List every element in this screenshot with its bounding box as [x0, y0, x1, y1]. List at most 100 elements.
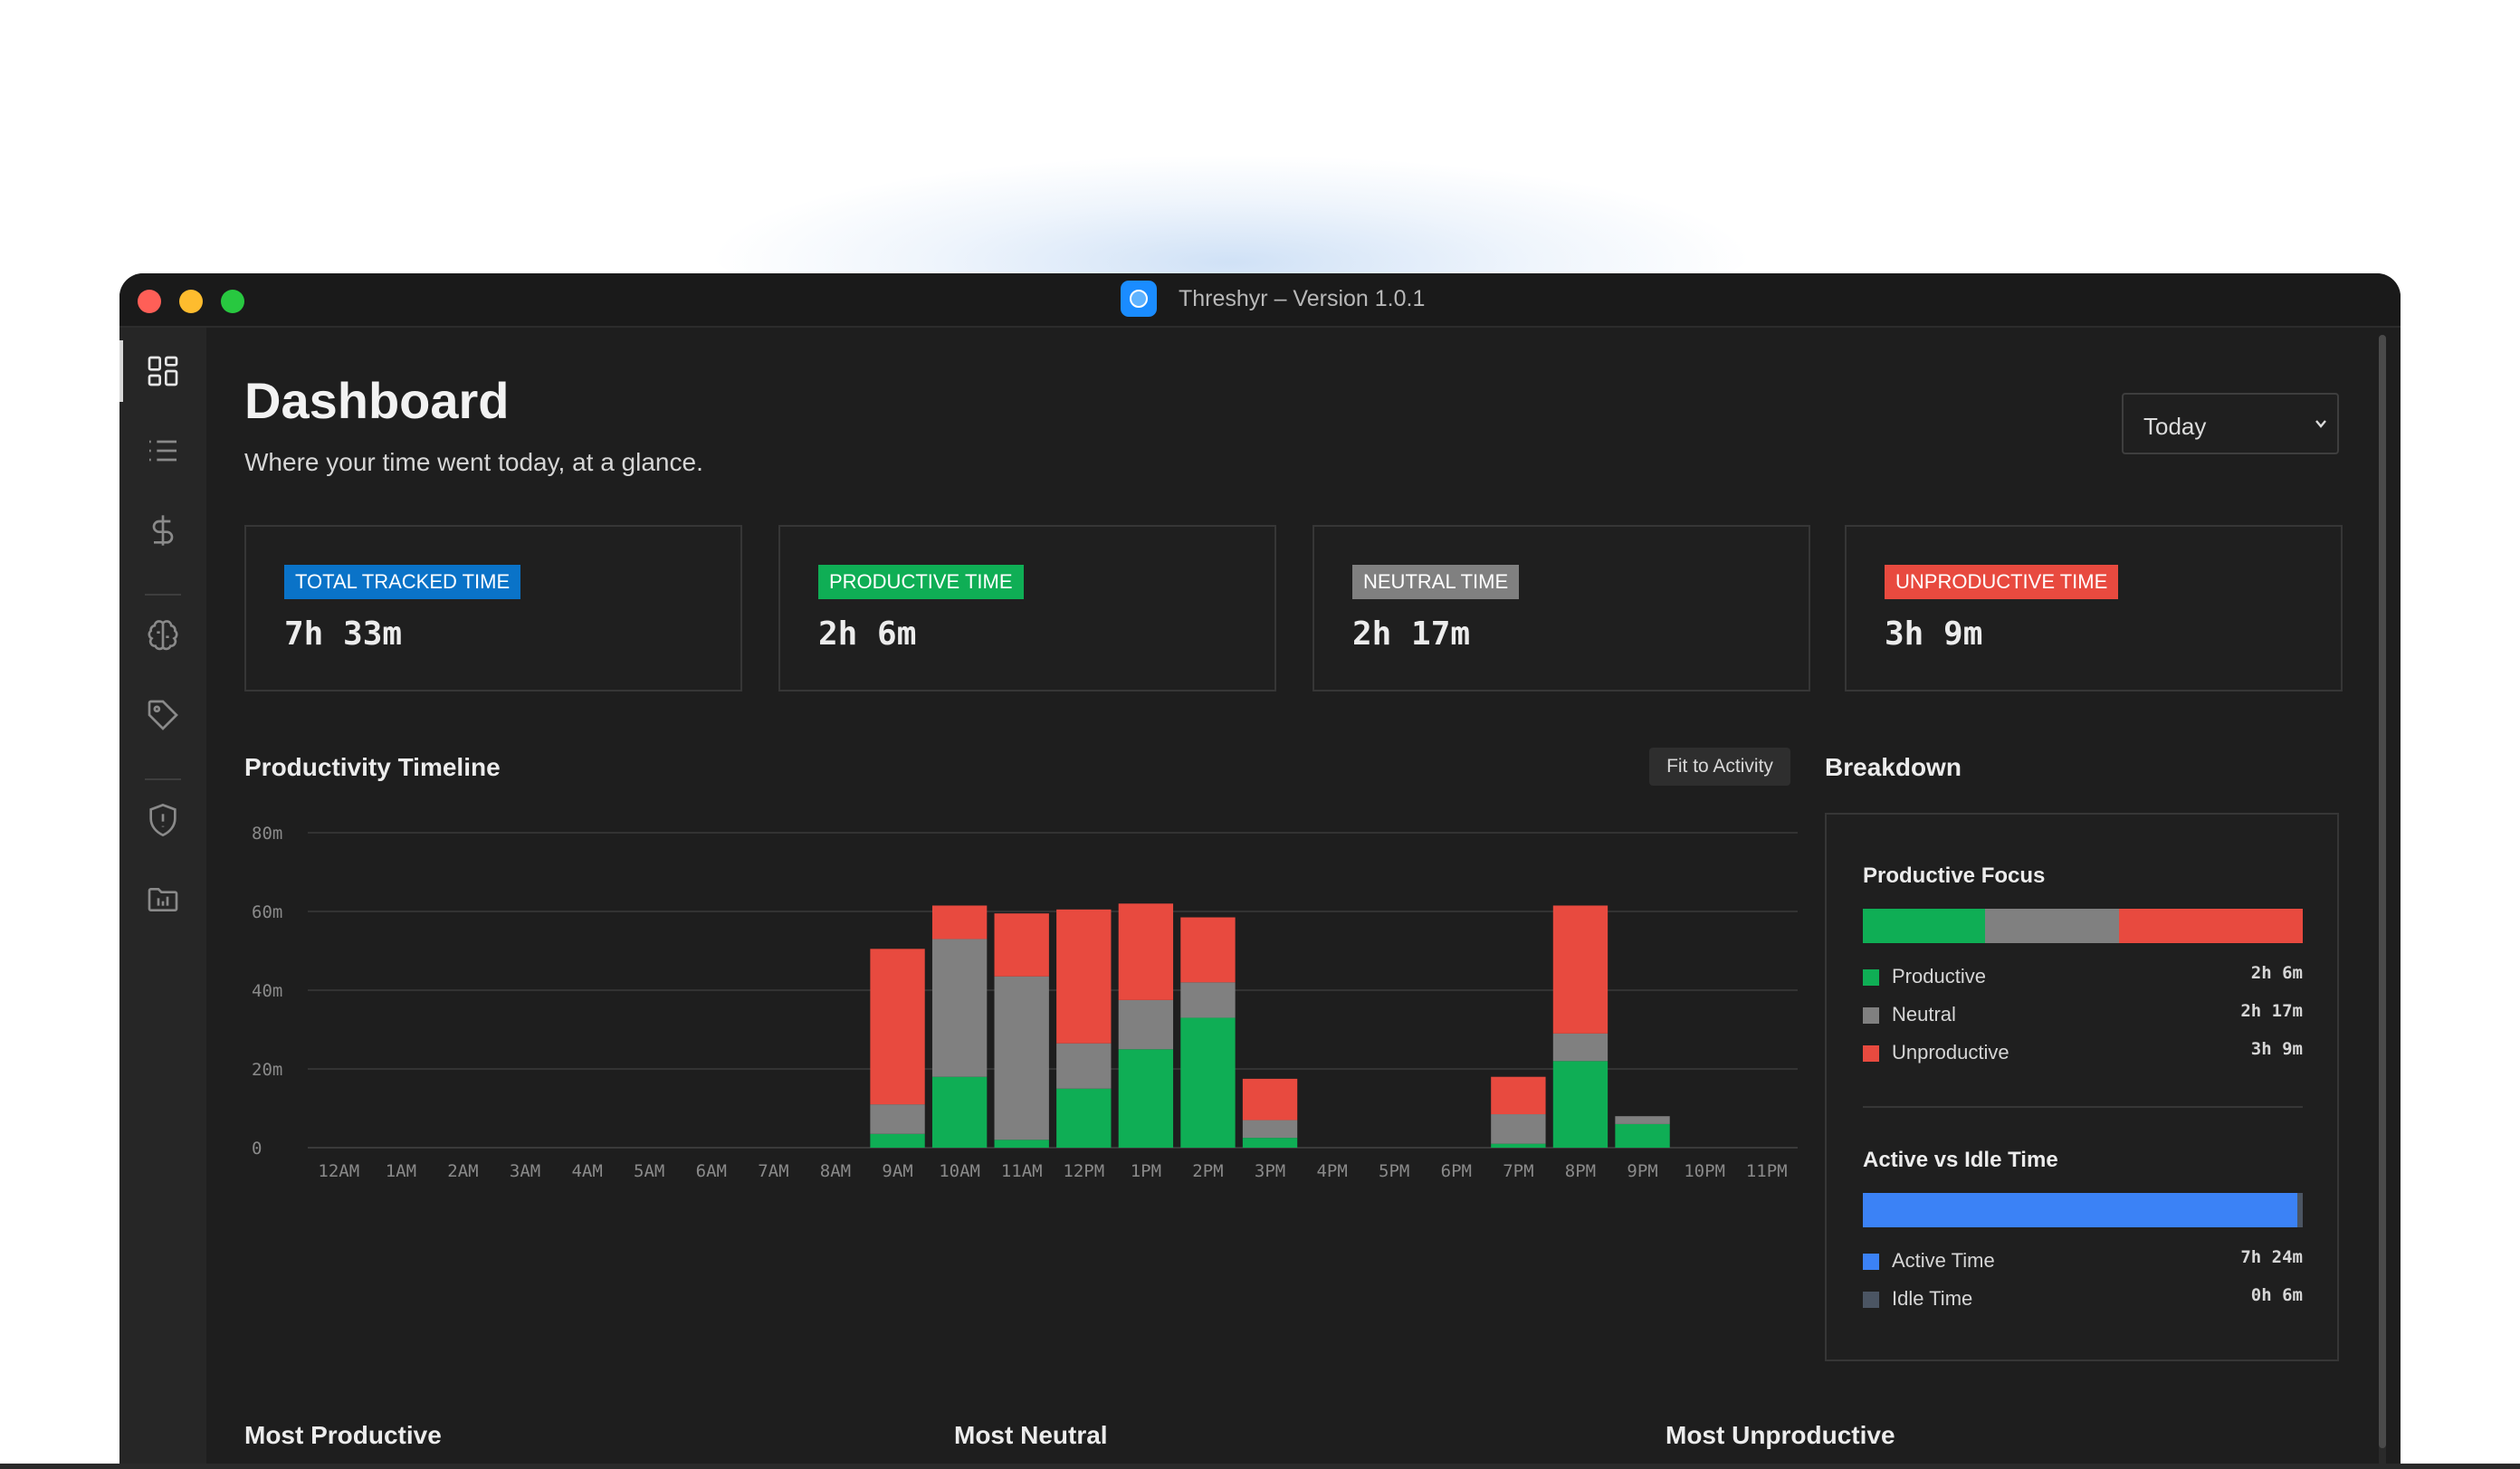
stat-badge: TOTAL TRACKED TIME — [284, 565, 521, 599]
bar-segment-unproductive — [1552, 905, 1608, 1034]
x-tick-label: 2PM — [1192, 1161, 1223, 1181]
active-swatch — [1863, 1254, 1879, 1270]
bar-segment-unproductive — [931, 905, 988, 940]
legend-label: Neutral — [1892, 1003, 1956, 1025]
most-unproductive-title: Most Unproductive — [1666, 1421, 1895, 1449]
folder-icon — [148, 888, 178, 911]
bar-segment-neutral — [1491, 1114, 1546, 1144]
timeline-title: Productivity Timeline — [244, 753, 501, 781]
bar-segment-unproductive — [1180, 917, 1236, 983]
bar-segment-neutral — [1242, 1120, 1298, 1139]
bar-segment-productive — [1552, 1061, 1608, 1148]
close-window-button[interactable] — [138, 290, 161, 313]
bar-segment-productive — [1615, 1123, 1670, 1148]
x-tick-label: 5PM — [1379, 1161, 1409, 1181]
legend-label: Unproductive — [1892, 1041, 2009, 1064]
x-tick-label: 10PM — [1684, 1161, 1725, 1181]
bar-segment-productive — [1056, 1088, 1112, 1148]
bar-segment-unproductive — [1056, 909, 1112, 1044]
dashboard-grid-icon — [148, 356, 178, 386]
stat-value: 3h 9m — [1885, 615, 1983, 653]
most-productive-title: Most Productive — [244, 1421, 442, 1449]
bar-segment-unproductive — [870, 949, 925, 1105]
date-range-select[interactable]: Today — [2122, 393, 2339, 454]
x-tick-label: 6AM — [696, 1161, 727, 1181]
bar-segment-productive — [994, 1140, 1049, 1148]
legend-active: Active Time 7h 24m — [1863, 1247, 2303, 1274]
bottom-edge — [0, 1464, 2520, 1469]
bar-segment-unproductive — [1118, 903, 1174, 1000]
list-icon — [149, 440, 177, 462]
chevron-down-icon — [2315, 420, 2326, 428]
sidebar-item-billing[interactable] — [119, 494, 206, 567]
dollar-icon — [152, 515, 174, 546]
y-tick-label: 20m — [252, 1060, 282, 1080]
stat-badge: PRODUCTIVE TIME — [818, 565, 1024, 599]
x-tick-label: 8AM — [820, 1161, 851, 1181]
minimize-window-button[interactable] — [179, 290, 203, 313]
active-idle-segment — [2296, 1193, 2303, 1227]
bar-segment-productive — [1118, 1049, 1174, 1148]
stat-value: 7h 33m — [284, 615, 403, 653]
sidebar-item-projects[interactable] — [119, 863, 206, 936]
sidebar-item-focus[interactable] — [119, 599, 206, 672]
neutral-swatch — [1863, 1007, 1879, 1024]
bar-segment-neutral — [1615, 1116, 1670, 1124]
stat-badge: UNPRODUCTIVE TIME — [1885, 565, 2119, 599]
productive-focus-bar — [1863, 909, 2303, 943]
unproductive-swatch — [1863, 1045, 1879, 1062]
x-tick-label: 9PM — [1627, 1161, 1657, 1181]
zoom-window-button[interactable] — [221, 290, 244, 313]
productivity-timeline-chart: 0 20m 40m 60m 80m 12AM 1AM 2AM 3AM 4AM 5AM 6AM 7AM 8A… — [252, 824, 1798, 1181]
bar-segment-neutral — [1056, 1043, 1112, 1089]
tag-icon — [148, 700, 178, 730]
app-window: Threshyr – Version 1.0.1 Dashboard Where… — [119, 273, 2401, 1469]
title-bar: Threshyr – Version 1.0.1 — [119, 273, 2401, 328]
stat-card-productive: PRODUCTIVE TIME 2h 6m — [778, 525, 1276, 692]
breakdown-title: Breakdown — [1825, 753, 1962, 781]
scrollbar-thumb[interactable] — [2379, 335, 2386, 1448]
x-tick-label: 8PM — [1565, 1161, 1596, 1181]
fit-to-activity-button[interactable]: Fit to Activity — [1649, 748, 1790, 786]
x-tick-label: 12PM — [1063, 1161, 1104, 1181]
bar-segment-productive — [1242, 1138, 1298, 1148]
active-idle-title: Active vs Idle Time — [1863, 1148, 2058, 1172]
legend-label: Productive — [1892, 965, 1986, 987]
bar-segment-unproductive — [1242, 1078, 1298, 1121]
legend-value: 7h 24m — [2240, 1247, 2303, 1267]
stat-badge: NEUTRAL TIME — [1352, 565, 1520, 599]
bar-segment-neutral — [870, 1104, 925, 1134]
stat-card-neutral: NEUTRAL TIME 2h 17m — [1312, 525, 1810, 692]
legend-value: 2h 17m — [2240, 1001, 2303, 1021]
sidebar-item-dashboard[interactable] — [119, 335, 206, 407]
legend-value: 0h 6m — [2250, 1285, 2303, 1305]
legend-label: Active Time — [1892, 1249, 1995, 1272]
idle-swatch — [1863, 1292, 1879, 1308]
active-idle-segment — [1863, 1193, 2297, 1227]
y-tick-label: 80m — [252, 824, 282, 844]
sidebar-item-activity-list[interactable] — [119, 415, 206, 487]
bar-segment-neutral — [931, 939, 988, 1077]
bar-segment-neutral — [1118, 999, 1174, 1050]
legend-unproductive: Unproductive 3h 9m — [1863, 1039, 2303, 1066]
brain-icon — [148, 620, 178, 651]
sidebar-item-tags[interactable] — [119, 679, 206, 751]
x-tick-label: 7PM — [1503, 1161, 1533, 1181]
most-neutral-title: Most Neutral — [954, 1421, 1108, 1449]
x-tick-label: 4PM — [1316, 1161, 1347, 1181]
bar-segment-neutral — [994, 976, 1049, 1140]
focus-segment — [1985, 909, 2119, 943]
breakdown-divider — [1863, 1106, 2303, 1108]
bar-segment-productive — [1491, 1143, 1546, 1148]
x-tick-label: 11AM — [1001, 1161, 1043, 1181]
bar-segment-neutral — [1552, 1033, 1608, 1062]
shield-icon — [149, 803, 177, 837]
bar-segment-neutral — [1180, 982, 1236, 1018]
sidebar-item-privacy[interactable] — [119, 784, 206, 856]
legend-label: Idle Time — [1892, 1287, 1973, 1310]
x-tick-label: 6PM — [1441, 1161, 1472, 1181]
y-tick-label: 60m — [252, 902, 282, 922]
x-tick-label: 4AM — [571, 1161, 602, 1181]
x-tick-label: 9AM — [882, 1161, 912, 1181]
date-range-value: Today — [2143, 413, 2207, 440]
